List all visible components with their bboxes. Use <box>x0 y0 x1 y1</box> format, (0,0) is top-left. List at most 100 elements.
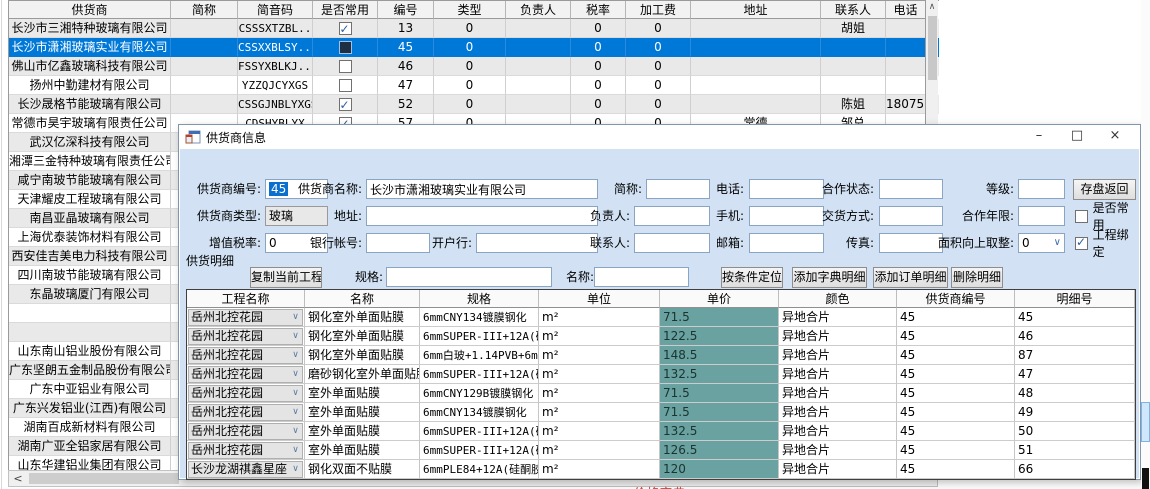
column-header[interactable]: 负责人 <box>506 1 571 19</box>
detail-column-header[interactable]: 明细号 <box>1015 290 1135 308</box>
column-header[interactable]: 类型 <box>434 1 506 19</box>
add-dictionary-detail-button[interactable]: 添加字典明细 <box>792 267 867 288</box>
detail-cell: 6mmSUPER-III+12A(硅... <box>420 441 539 460</box>
scroll-left-icon[interactable]: < <box>11 472 25 485</box>
project-select[interactable]: 岳州北控花园∨ <box>188 404 303 421</box>
delete-detail-button[interactable]: 删除明细 <box>951 267 1003 288</box>
detail-row[interactable]: 岳州北控花园∨钢化室外单面贴膜6mm白玻+1.14PVB+6mm...m²148… <box>187 346 1135 365</box>
project-select[interactable]: 岳州北控花园∨ <box>188 385 303 402</box>
column-header[interactable]: 加工费 <box>626 1 691 19</box>
column-header[interactable]: 联系人 <box>821 1 886 19</box>
project-select[interactable]: 岳州北控花园∨ <box>188 347 303 364</box>
price-dictionary-label: 价格字典 <box>180 483 1139 489</box>
column-header[interactable]: 地址 <box>691 1 821 19</box>
column-header[interactable]: 供货商 <box>9 1 171 19</box>
name-filter-input[interactable] <box>594 267 689 287</box>
maximize-button[interactable]: □ <box>1058 125 1096 149</box>
common-use-checkbox[interactable]: 是否常用 <box>1075 206 1139 226</box>
detail-column-header[interactable]: 工程名称 <box>187 290 305 308</box>
common-checkbox[interactable] <box>339 60 352 73</box>
supplier-name-input[interactable] <box>366 179 598 199</box>
column-header[interactable]: 简称 <box>171 1 238 19</box>
scroll-up-icon[interactable]: ∧ <box>926 0 938 14</box>
checkbox-label: 工程绑定 <box>1093 226 1139 260</box>
detail-cell: m² <box>539 365 660 384</box>
locate-by-condition-button[interactable]: 按条件定位 <box>721 267 783 288</box>
project-select[interactable]: 长沙龙湖祺鑫星座∨ <box>188 461 303 478</box>
column-header[interactable]: 简音码 <box>238 1 313 19</box>
detail-row[interactable]: 岳州北控花园∨钢化室外单面贴膜6mmCNY134镀膜钢化m²71.5异地合片45… <box>187 308 1135 327</box>
cell-name: 西安佳吉美电力科技有限公司 <box>9 247 171 266</box>
minimize-button[interactable]: – <box>1020 125 1058 149</box>
supplier-row[interactable]: 扬州中勤建材有限公司YZZQJCYXGS47000 <box>9 76 939 95</box>
supplier-row[interactable]: 佛山市亿鑫玻璃科技有限公司FSSYXBLKJ...46000 <box>9 57 939 76</box>
common-checkbox[interactable] <box>339 41 352 54</box>
project-select[interactable]: 岳州北控花园∨ <box>188 328 303 345</box>
detail-cell: 室外单面贴膜 <box>305 384 420 403</box>
detail-cell: 6mmSUPER-III+12A(硅... <box>420 327 539 346</box>
checkbox-box[interactable] <box>1075 210 1088 223</box>
coop-status-input[interactable] <box>879 179 943 199</box>
project-bind-checkbox[interactable]: 工程绑定 <box>1075 233 1139 253</box>
save-return-button[interactable]: 存盘返回 <box>1073 179 1136 200</box>
detail-column-header[interactable]: 颜色 <box>779 290 897 308</box>
detail-row[interactable]: 岳州北控花园∨钢化室外单面贴膜6mmSUPER-III+12A(硅...m²12… <box>187 327 1135 346</box>
detail-cell: 45 <box>897 365 1015 384</box>
detail-column-header[interactable]: 供货商编号 <box>897 290 1015 308</box>
manager-input[interactable] <box>634 206 710 226</box>
detail-row[interactable]: 岳州北控花园∨室外单面贴膜6mmSUPER-III+12A(硅...m²126.… <box>187 441 1135 460</box>
vertical-scrollbar-thumb[interactable] <box>928 16 937 80</box>
common-checkbox[interactable] <box>339 98 352 111</box>
project-select[interactable]: 岳州北控花园∨ <box>188 366 303 383</box>
detail-column-header[interactable]: 规格 <box>420 290 539 308</box>
detail-cell: m² <box>539 346 660 365</box>
detail-row[interactable]: 岳州北控花园∨室外单面贴膜6mmSUPER-III+12A(硅...m²132.… <box>187 422 1135 441</box>
supplier-row[interactable]: 长沙市三湘特种玻璃有限公司CSSSXTZBL..13000胡姐 <box>9 19 939 38</box>
detail-row[interactable]: 岳州北控花园∨室外单面贴膜6mmCNY129B镀膜钢化m²71.5异地合片454… <box>187 384 1135 403</box>
common-checkbox[interactable] <box>339 79 352 92</box>
selected-option: 0 <box>1022 236 1030 250</box>
supplier-row[interactable]: 长沙市潇湘玻璃实业有限公司CSSXXBLSY...45000 <box>9 38 939 57</box>
cell-type: 0 <box>434 38 506 57</box>
project-select[interactable]: 岳州北控花园∨ <box>188 423 303 440</box>
dialog-titlebar[interactable]: 供货商信息 – □ × <box>179 125 1140 149</box>
detail-cell: 132.5 <box>660 365 779 384</box>
cell-name: 武汉亿深科技有限公司 <box>9 133 171 152</box>
checkbox-box[interactable] <box>1075 237 1088 250</box>
cell-name: 南昌亚晶玻璃有限公司 <box>9 209 171 228</box>
common-checkbox[interactable] <box>339 22 352 35</box>
horizontal-scrollbar-thumb[interactable] <box>29 473 179 484</box>
detail-row[interactable]: 岳州北控花园∨室外单面贴膜6mmCNY134镀膜钢化m²71.5异地合片4549 <box>187 403 1135 422</box>
coop-years-input[interactable] <box>1018 206 1065 226</box>
cell-code: CSSSXTZBL.. <box>238 19 313 38</box>
spec-filter-label: 规格: <box>347 267 383 287</box>
copy-current-project-button[interactable]: 复制当前工程 <box>250 267 322 288</box>
chevron-down-icon: ∨ <box>289 443 302 458</box>
detail-column-header[interactable]: 单价 <box>660 290 779 308</box>
cell-phone <box>886 76 926 95</box>
column-header[interactable]: 电话 <box>886 1 926 19</box>
detail-cell: 岳州北控花园∨ <box>187 422 305 441</box>
detail-column-header[interactable]: 单位 <box>539 290 660 308</box>
project-select[interactable]: 岳州北控花园∨ <box>188 442 303 459</box>
close-button[interactable]: × <box>1096 125 1134 149</box>
cell-id: 13 <box>378 19 434 38</box>
add-order-detail-button[interactable]: 添加订单明细 <box>873 267 948 288</box>
project-select[interactable]: 岳州北控花园∨ <box>188 309 303 326</box>
bank-account-label: 银行帐号: <box>280 233 362 253</box>
supplier-row[interactable]: 长沙晟格节能玻璃有限公司CSSGJNBLYXGS52000陈姐180751 <box>9 95 939 114</box>
address-input[interactable] <box>366 206 598 226</box>
contact-input[interactable] <box>634 233 710 253</box>
detail-row[interactable]: 岳州北控花园∨磨砂钢化室外单面贴膜6mmSUPER-III+12A(硅...m²… <box>187 365 1135 384</box>
grade-input[interactable] <box>1018 179 1065 199</box>
spec-filter-input[interactable] <box>386 267 552 287</box>
cell-manager <box>506 95 571 114</box>
column-header[interactable]: 编号 <box>378 1 434 19</box>
detail-row[interactable]: 长沙龙湖祺鑫星座∨钢化双面不贴膜6mmPLE84+12A(硅酮胶...m²120… <box>187 460 1135 479</box>
column-header[interactable]: 是否常用 <box>313 1 378 19</box>
delivery-mode-input[interactable] <box>879 206 943 226</box>
column-header[interactable]: 税率 <box>571 1 626 19</box>
selected-project: 岳州北控花园 <box>189 424 289 439</box>
detail-column-header[interactable]: 名称 <box>305 290 420 308</box>
area-round-up-select[interactable]: 0 ∨ <box>1018 233 1065 253</box>
